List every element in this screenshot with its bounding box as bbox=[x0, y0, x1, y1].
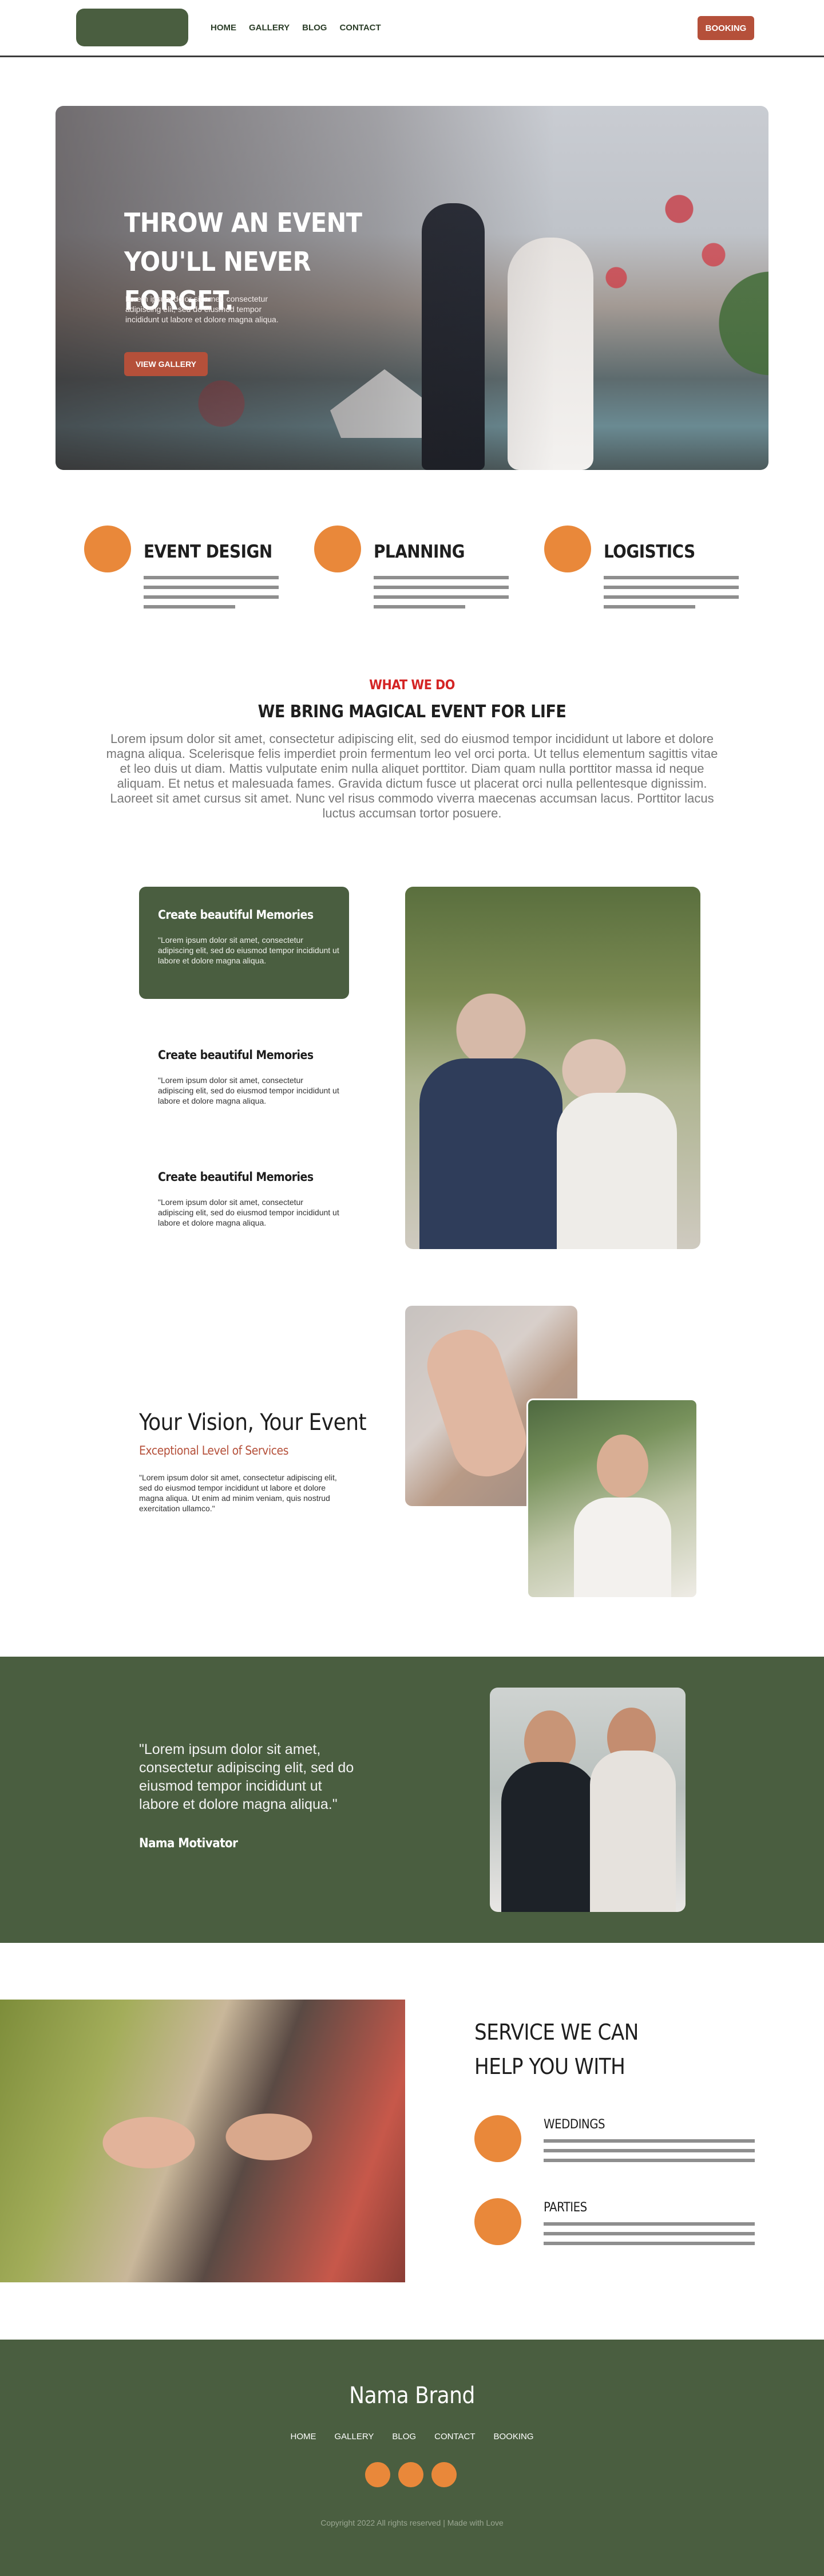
vision-text: "Lorem ipsum dolor sit amet, consectetur… bbox=[139, 1473, 337, 1513]
photo-dress-shape bbox=[574, 1498, 671, 1597]
feature-text-line bbox=[144, 605, 235, 609]
service-text-line bbox=[544, 2232, 755, 2235]
memory-title: Create beautiful Memories bbox=[158, 908, 314, 922]
memory-text: "Lorem ipsum dolor sit amet, consectetur… bbox=[158, 1076, 339, 1105]
feature-icon-circle bbox=[314, 526, 361, 572]
feature-planning: PLANNING bbox=[314, 521, 520, 624]
main-nav: HOME GALLERY BLOG CONTACT bbox=[211, 23, 381, 33]
view-gallery-button[interactable]: VIEW GALLERY bbox=[124, 352, 208, 376]
feature-text-line bbox=[374, 586, 509, 589]
feature-title: LOGISTICS bbox=[604, 542, 695, 562]
service-text-line bbox=[544, 2222, 755, 2226]
photo-hand-shape bbox=[418, 1321, 535, 1485]
memory-title[interactable]: Create beautiful Memories bbox=[158, 1048, 314, 1062]
feature-text-line bbox=[144, 586, 279, 589]
feature-text-line bbox=[144, 576, 279, 579]
memory-text: "Lorem ipsum dolor sit amet, consectetur… bbox=[158, 1198, 339, 1227]
vision-subtitle: Exceptional Level of Services bbox=[139, 1444, 288, 1457]
service-text-line bbox=[544, 2159, 755, 2162]
photo-face-shape bbox=[597, 1435, 648, 1498]
memory-title[interactable]: Create beautiful Memories bbox=[158, 1170, 314, 1184]
social-icon[interactable] bbox=[431, 2462, 457, 2487]
social-icon[interactable] bbox=[365, 2462, 390, 2487]
service-icon-circle bbox=[474, 2198, 521, 2245]
feature-text-line bbox=[374, 595, 509, 599]
feature-logistics: LOGISTICS bbox=[544, 521, 750, 624]
service-text-line bbox=[544, 2139, 755, 2143]
what-we-do-body: Lorem ipsum dolor sit amet, consectetur … bbox=[106, 732, 718, 820]
social-links bbox=[365, 2462, 457, 2487]
quote-couple-photo bbox=[490, 1688, 686, 1912]
photo-groom-figure bbox=[501, 1762, 599, 1912]
feature-title: PLANNING bbox=[374, 542, 465, 562]
hero-banner-image: THROW AN EVENT YOU'LL NEVER FORGET. Lore… bbox=[56, 106, 768, 470]
service-name: WEDDINGS bbox=[544, 2117, 605, 2132]
service-item-parties[interactable]: PARTIES bbox=[474, 2198, 760, 2261]
service-name: PARTIES bbox=[544, 2200, 587, 2215]
vision-title: Your Vision, Your Event bbox=[139, 1409, 367, 1436]
feature-text-line bbox=[374, 605, 465, 609]
memory-text: "Lorem ipsum dolor sit amet, consectetur… bbox=[158, 935, 339, 965]
nav-link-gallery[interactable]: GALLERY bbox=[249, 23, 290, 33]
footer-link-home[interactable]: HOME bbox=[290, 2432, 316, 2441]
copyright-text: Copyright 2022 All rights reserved | Mad… bbox=[320, 2518, 504, 2527]
feature-text-line bbox=[604, 576, 739, 579]
quote-text: "Lorem ipsum dolor sit amet, consectetur… bbox=[139, 1741, 354, 1812]
services-couple-photo bbox=[0, 2000, 405, 2282]
what-we-do-title: WE BRING MAGICAL EVENT FOR LIFE bbox=[258, 702, 566, 722]
services-title: SERVICE WE CAN HELP YOU WITH bbox=[474, 2020, 639, 2079]
quote-section bbox=[0, 1657, 824, 1943]
booking-button[interactable]: BOOKING bbox=[698, 16, 754, 40]
footer-brand: Nama Brand bbox=[349, 2383, 475, 2409]
feature-icon-circle bbox=[84, 526, 131, 572]
nav-link-contact[interactable]: CONTACT bbox=[339, 23, 381, 33]
social-icon[interactable] bbox=[398, 2462, 423, 2487]
footer-link-gallery[interactable]: GALLERY bbox=[334, 2432, 374, 2441]
hug-photo bbox=[526, 1398, 698, 1599]
feature-icon-circle bbox=[544, 526, 591, 572]
photo-bride-figure bbox=[590, 1751, 676, 1912]
couple-photo bbox=[405, 887, 700, 1249]
service-item-weddings[interactable]: WEDDINGS bbox=[474, 2115, 760, 2178]
feature-text-line bbox=[144, 595, 279, 599]
feature-text-line bbox=[604, 605, 695, 609]
service-text-line bbox=[544, 2149, 755, 2152]
quote-author: Nama Motivator bbox=[139, 1836, 238, 1851]
footer-link-contact[interactable]: CONTACT bbox=[434, 2432, 475, 2441]
logo-placeholder[interactable] bbox=[76, 9, 188, 46]
footer-link-booking[interactable]: BOOKING bbox=[494, 2432, 534, 2441]
nav-link-home[interactable]: HOME bbox=[211, 23, 236, 33]
feature-event-design: EVENT DESIGN bbox=[84, 521, 290, 624]
service-icon-circle bbox=[474, 2115, 521, 2162]
footer-link-blog[interactable]: BLOG bbox=[392, 2432, 416, 2441]
footer-nav: HOME GALLERY BLOG CONTACT BOOKING bbox=[0, 2432, 824, 2441]
feature-text-line bbox=[604, 595, 739, 599]
feature-text-line bbox=[374, 576, 509, 579]
hero-subtitle: Lorem ipsum dolor sit amet, consectetur … bbox=[125, 294, 279, 324]
top-navbar: HOME GALLERY BLOG CONTACT BOOKING bbox=[0, 0, 824, 57]
feature-text-line bbox=[604, 586, 739, 589]
what-we-do-kicker: WHAT WE DO bbox=[369, 678, 455, 693]
footer bbox=[0, 2340, 824, 2576]
nav-link-blog[interactable]: BLOG bbox=[302, 23, 327, 33]
photo-bride-figure bbox=[557, 1093, 677, 1249]
photo-groom-figure bbox=[419, 1058, 562, 1249]
feature-title: EVENT DESIGN bbox=[144, 542, 272, 562]
service-text-line bbox=[544, 2242, 755, 2245]
